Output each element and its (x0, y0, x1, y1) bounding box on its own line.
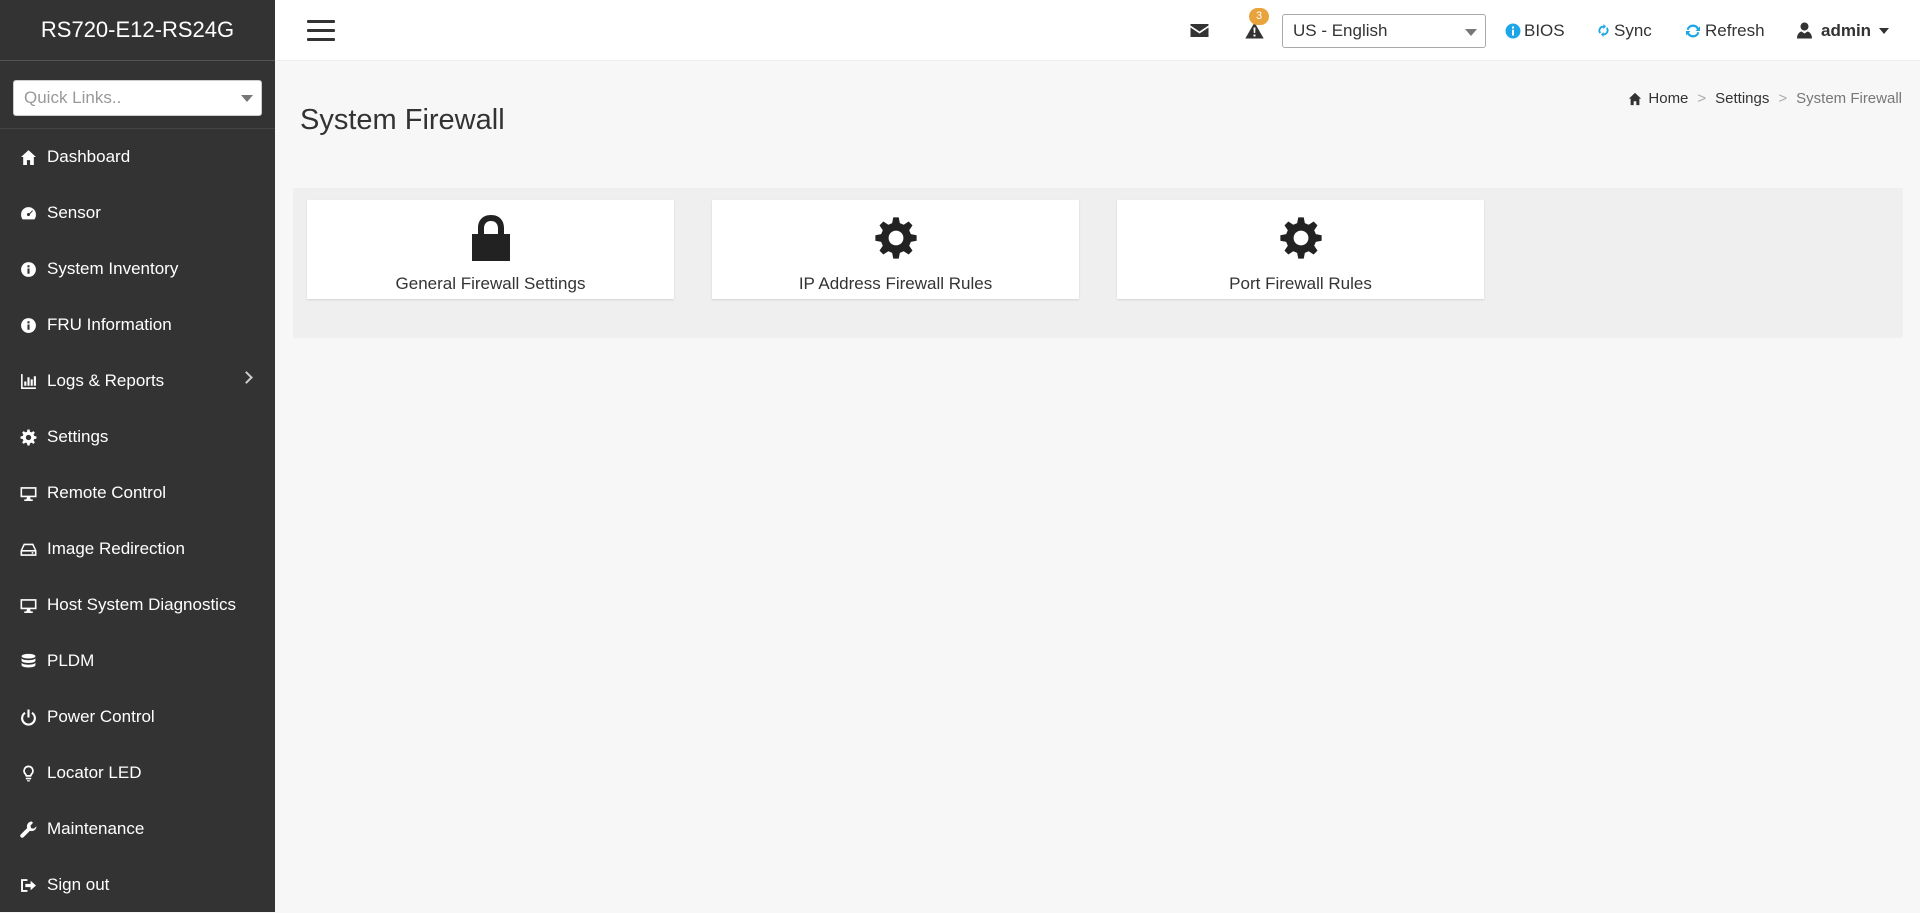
user-menu-button[interactable]: admin (1796, 0, 1890, 61)
info-icon (18, 259, 38, 279)
sidebar-item-fru-information[interactable]: FRU Information (0, 297, 275, 353)
power-icon (18, 707, 38, 727)
sidebar-item-label: Power Control (47, 707, 155, 726)
port-firewall-rules-card[interactable]: Port Firewall Rules (1117, 200, 1484, 299)
gear-icon (874, 214, 918, 262)
sidebar-item-pldm[interactable]: PLDM (0, 633, 275, 689)
sync-icon (1598, 24, 1609, 37)
sidebar-item-host-system-diagnostics[interactable]: Host System Diagnostics (0, 577, 275, 633)
database-icon (18, 651, 38, 671)
info-icon (18, 315, 38, 335)
sidebar-item-locator-led[interactable]: Locator LED (0, 745, 275, 801)
quick-links-placeholder: Quick Links.. (24, 88, 122, 107)
alert-count-badge: 3 (1249, 8, 1270, 25)
home-icon (18, 147, 38, 167)
sidebar-item-label: Dashboard (47, 147, 131, 166)
info-icon (1505, 23, 1521, 38)
sidebar: RS720-E12-RS24G Quick Links.. Dashboard … (0, 0, 275, 912)
sidebar-item-power-control[interactable]: Power Control (0, 689, 275, 745)
monitor-icon (18, 595, 38, 615)
card-label: IP Address Firewall Rules (798, 274, 993, 293)
chevron-down-icon (241, 95, 253, 102)
sidebar-item-image-redirection[interactable]: Image Redirection (0, 521, 275, 577)
firewall-options-panel: General Firewall Settings IP Address Fir… (293, 188, 1903, 338)
sidebar-item-maintenance[interactable]: Maintenance (0, 801, 275, 857)
ip-address-firewall-rules-card[interactable]: IP Address Firewall Rules (712, 200, 1079, 299)
refresh-button[interactable]: Refresh (1685, 0, 1765, 61)
chevron-right-icon (240, 371, 253, 384)
sidebar-item-label: FRU Information (47, 315, 172, 334)
sidebar-item-sign-out[interactable]: Sign out (0, 857, 275, 913)
sidebar-item-label: PLDM (47, 651, 95, 670)
bar-chart-icon (18, 371, 38, 391)
sidebar-nav: Dashboard Sensor System Inventory FRU In… (0, 129, 275, 913)
sidebar-item-label: System Inventory (47, 259, 179, 278)
sidebar-item-label: Maintenance (47, 819, 145, 838)
breadcrumb: Home > Settings > System Firewall (1628, 90, 1902, 107)
sidebar-item-settings[interactable]: Settings (0, 409, 275, 465)
user-icon (1797, 22, 1812, 39)
breadcrumb-separator: > (1697, 90, 1707, 107)
monitor-icon (18, 483, 38, 503)
bios-label: BIOS (1524, 20, 1565, 40)
messages-button[interactable] (1190, 0, 1209, 61)
language-select[interactable]: US - English (1282, 14, 1486, 48)
lock-icon (470, 214, 512, 262)
page-title: System Firewall (300, 104, 505, 136)
refresh-label: Refresh (1705, 20, 1765, 40)
chevron-down-icon (1465, 29, 1477, 36)
envelope-icon (1190, 24, 1209, 37)
home-icon (1629, 92, 1642, 105)
breadcrumb-home-link[interactable]: Home (1648, 90, 1688, 107)
user-label: admin (1821, 20, 1872, 40)
card-label: General Firewall Settings (395, 274, 586, 293)
menu-toggle-button[interactable] (307, 20, 335, 41)
sidebar-item-label: Locator LED (47, 763, 142, 782)
sidebar-item-label: Host System Diagnostics (47, 595, 236, 614)
sidebar-item-label: Image Redirection (47, 539, 185, 558)
sidebar-item-label: Logs & Reports (47, 371, 165, 390)
breadcrumb-current: System Firewall (1796, 90, 1902, 107)
drive-icon (18, 539, 38, 559)
bios-button[interactable]: BIOS (1505, 0, 1565, 61)
sidebar-item-system-inventory[interactable]: System Inventory (0, 241, 275, 297)
refresh-icon (1686, 23, 1700, 38)
breadcrumb-separator: > (1778, 90, 1788, 107)
sidebar-item-dashboard[interactable]: Dashboard (0, 129, 275, 185)
brand-title: RS720-E12-RS24G (0, 0, 275, 61)
wrench-icon (18, 819, 38, 839)
gauge-icon (18, 203, 38, 223)
sidebar-item-label: Sensor (47, 203, 101, 222)
sync-button[interactable]: Sync (1597, 0, 1652, 61)
sidebar-item-label: Settings (47, 427, 109, 446)
top-header: 3 US - English BIOS Sync Refresh admin (275, 0, 1920, 61)
quick-links-select[interactable]: Quick Links.. (13, 80, 262, 116)
language-value: US - English (1293, 21, 1388, 40)
sign-out-icon (18, 875, 38, 895)
gear-icon (1279, 214, 1323, 262)
gear-icon (18, 427, 38, 447)
sidebar-item-remote-control[interactable]: Remote Control (0, 465, 275, 521)
card-label: Port Firewall Rules (1229, 274, 1372, 293)
general-firewall-settings-card[interactable]: General Firewall Settings (307, 200, 674, 299)
sidebar-item-logs-reports[interactable]: Logs & Reports (0, 353, 275, 409)
chevron-down-icon (1879, 27, 1890, 34)
breadcrumb-settings-link[interactable]: Settings (1715, 90, 1769, 107)
sync-label: Sync (1614, 20, 1652, 40)
sidebar-item-label: Sign out (47, 875, 110, 894)
sidebar-item-label: Remote Control (47, 483, 167, 502)
sidebar-item-sensor[interactable]: Sensor (0, 185, 275, 241)
lightbulb-icon (18, 763, 38, 783)
